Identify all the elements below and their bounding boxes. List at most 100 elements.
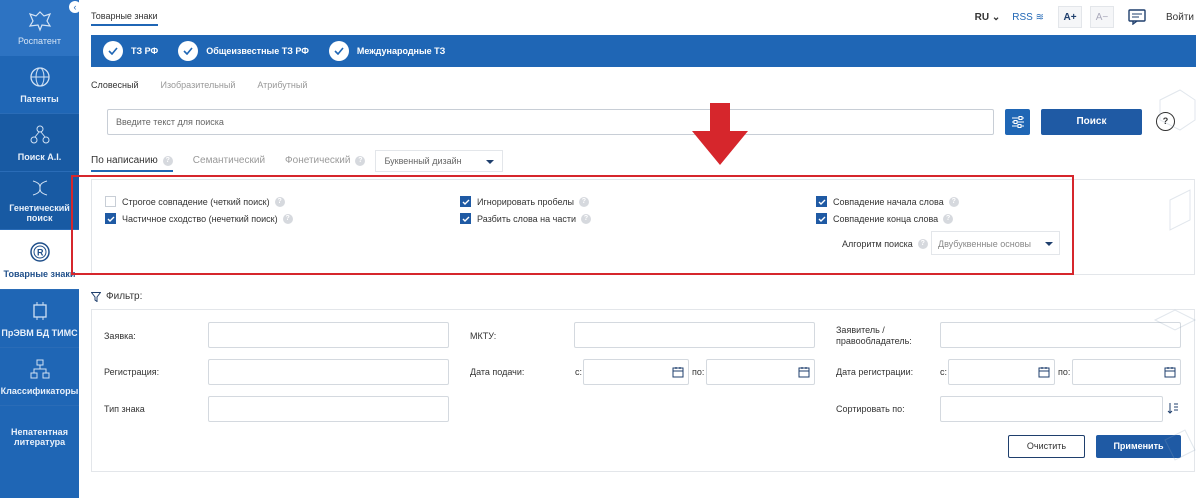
check-icon — [178, 41, 199, 61]
filter-toggle[interactable]: Фильтр: — [91, 291, 142, 302]
crest-icon — [28, 11, 51, 32]
dropdown-value: Буквенный дизайн — [384, 156, 462, 166]
chevron-down-icon: ⌄ — [991, 11, 1001, 23]
mark-type-input[interactable] — [208, 396, 449, 422]
sidebar-item-label: Патенты — [20, 93, 59, 104]
sidebar-item-label: Товарные знаки — [3, 268, 76, 279]
logo-label: Роспатент — [18, 36, 61, 46]
check-icon — [103, 41, 123, 61]
chip-icon — [32, 301, 47, 320]
sliders-icon — [1011, 116, 1024, 128]
header-actions: RU ⌄ RSS ≋ A+ A− Войти — [975, 6, 1194, 28]
reg-date-to-label: по: — [1058, 367, 1071, 377]
tab-label: По написанию — [91, 155, 158, 166]
filing-date-label: Дата подачи: — [470, 367, 525, 377]
calendar-icon[interactable] — [798, 366, 810, 378]
sort-by-label: Сортировать по: — [836, 404, 905, 414]
sidebar-item-trademarks[interactable]: R Товарные знаки — [0, 230, 79, 290]
font-increase-button[interactable]: A+ — [1058, 6, 1083, 28]
applicant-input[interactable] — [940, 322, 1181, 348]
search-button[interactable]: Поиск — [1041, 109, 1142, 135]
tab-label: Семантический — [192, 155, 266, 166]
reg-date-from-label: с: — [940, 367, 948, 377]
help-icon[interactable]: ? — [162, 155, 173, 166]
collapse-sidebar-icon[interactable]: ‹ — [69, 1, 81, 13]
tab-verbal[interactable]: Словесный — [91, 80, 139, 90]
sort-by-input[interactable] — [940, 396, 1163, 422]
breadcrumb[interactable]: Товарные знаки — [91, 11, 158, 26]
sidebar-item-label: Генетический поиск — [9, 202, 70, 223]
highlight-box-annotation — [71, 175, 1074, 275]
mark-type-tabs: Словесный Изобразительный Атрибутный — [91, 80, 307, 90]
registration-input[interactable] — [208, 359, 449, 385]
application-input[interactable] — [208, 322, 449, 348]
sidebar-item-classifiers[interactable]: Классификаторы — [0, 348, 79, 406]
db-option-label: Общеизвестные ТЗ РФ — [206, 46, 309, 56]
filing-date-from-input[interactable] — [583, 359, 689, 385]
tab-attribute[interactable]: Атрибутный — [257, 80, 307, 90]
reg-date-label: Дата регистрации: — [836, 367, 914, 377]
db-option-tz-rf[interactable]: ТЗ РФ — [103, 41, 158, 61]
sidebar-item-patents[interactable]: Патенты — [0, 56, 79, 114]
rss-link[interactable]: RSS ≋ — [1012, 12, 1044, 23]
filing-date-to-label: по: — [692, 367, 705, 377]
clear-button[interactable]: Очистить — [1008, 435, 1085, 458]
svg-text:R: R — [37, 247, 44, 257]
sidebar-item-genetic-search[interactable]: Генетический поиск — [0, 172, 79, 230]
letter-design-dropdown[interactable]: Буквенный дизайн — [375, 150, 504, 172]
filing-date-from-label: с: — [575, 367, 583, 377]
filter-title-label: Фильтр: — [106, 291, 143, 302]
tab-semantic[interactable]: Семантический — [193, 150, 265, 166]
chat-icon[interactable] — [1128, 9, 1146, 25]
trademark-icon: R — [29, 241, 50, 262]
sidebar-item-ai-search[interactable]: Поиск А.I. — [0, 114, 79, 172]
db-option-label: Международные ТЗ — [356, 46, 446, 56]
tab-label: Фонетический — [285, 155, 351, 166]
check-icon — [328, 41, 349, 61]
search-settings-button[interactable] — [1005, 109, 1030, 135]
top-bar: Товарные знаки RU ⌄ RSS ≋ A+ A− Войти — [91, 0, 1200, 34]
sidebar: Роспатент ‹ Патенты Поиск А.I. Генетичес… — [0, 0, 81, 498]
sidebar-item-label: ПрЭВМ БД ТИМС — [1, 327, 78, 338]
font-decrease-button[interactable]: A− — [1090, 6, 1115, 28]
language-selector[interactable]: RU ⌄ — [975, 12, 1001, 23]
db-option-well-known-tz[interactable]: Общеизвестные ТЗ РФ — [178, 41, 309, 61]
database-selector-band: ТЗ РФ Общеизвестные ТЗ РФ Международные … — [91, 35, 1196, 67]
applicant-label: Заявитель / правообладатель: — [836, 325, 912, 346]
db-option-label: ТЗ РФ — [131, 46, 159, 56]
db-option-international-tz[interactable]: Международные ТЗ — [328, 41, 446, 61]
tab-figurative[interactable]: Изобразительный — [161, 80, 236, 90]
mktu-label: МКТУ: — [470, 331, 497, 341]
mktu-input[interactable] — [574, 322, 815, 348]
sidebar-item-label: Классификаторы — [0, 385, 79, 396]
reg-date-from-input[interactable] — [948, 359, 1055, 385]
network-icon — [30, 125, 49, 143]
mark-type-label: Тип знака — [104, 404, 145, 414]
dna-icon — [32, 180, 47, 195]
rss-icon: ≋ — [1032, 11, 1045, 23]
search-mode-tabs: По написанию? Семантический Фонетический… — [91, 150, 504, 172]
tree-icon — [30, 359, 49, 378]
help-icon[interactable]: ? — [355, 155, 366, 166]
tab-by-spelling[interactable]: По написанию? — [91, 150, 173, 172]
funnel-icon — [91, 291, 101, 302]
sidebar-item-software-db[interactable]: ПрЭВМ БД ТИМС — [0, 290, 79, 348]
language-value: RU — [974, 11, 990, 23]
sidebar-item-non-patent-lit[interactable]: Непатентная литература — [0, 406, 79, 468]
globe-icon — [29, 66, 50, 87]
sidebar-item-label: Поиск А.I. — [17, 151, 62, 162]
application-label: Заявка: — [104, 331, 136, 341]
decorative-pattern — [1153, 89, 1197, 461]
registration-label: Регистрация: — [104, 367, 160, 377]
login-link[interactable]: Войти — [1166, 12, 1194, 23]
calendar-icon[interactable] — [1038, 366, 1050, 378]
calendar-icon[interactable] — [672, 366, 684, 378]
red-arrow-annotation — [692, 103, 748, 165]
tab-phonetic[interactable]: Фонетический? — [285, 150, 366, 166]
rospatent-logo[interactable]: Роспатент ‹ — [0, 0, 81, 56]
sidebar-item-label: Непатентная литература — [11, 427, 68, 447]
rss-label: RSS — [1012, 11, 1033, 23]
caret-down-icon — [486, 160, 495, 164]
filing-date-to-input[interactable] — [706, 359, 815, 385]
search-input[interactable]: Введите текст для поиска — [107, 109, 994, 135]
